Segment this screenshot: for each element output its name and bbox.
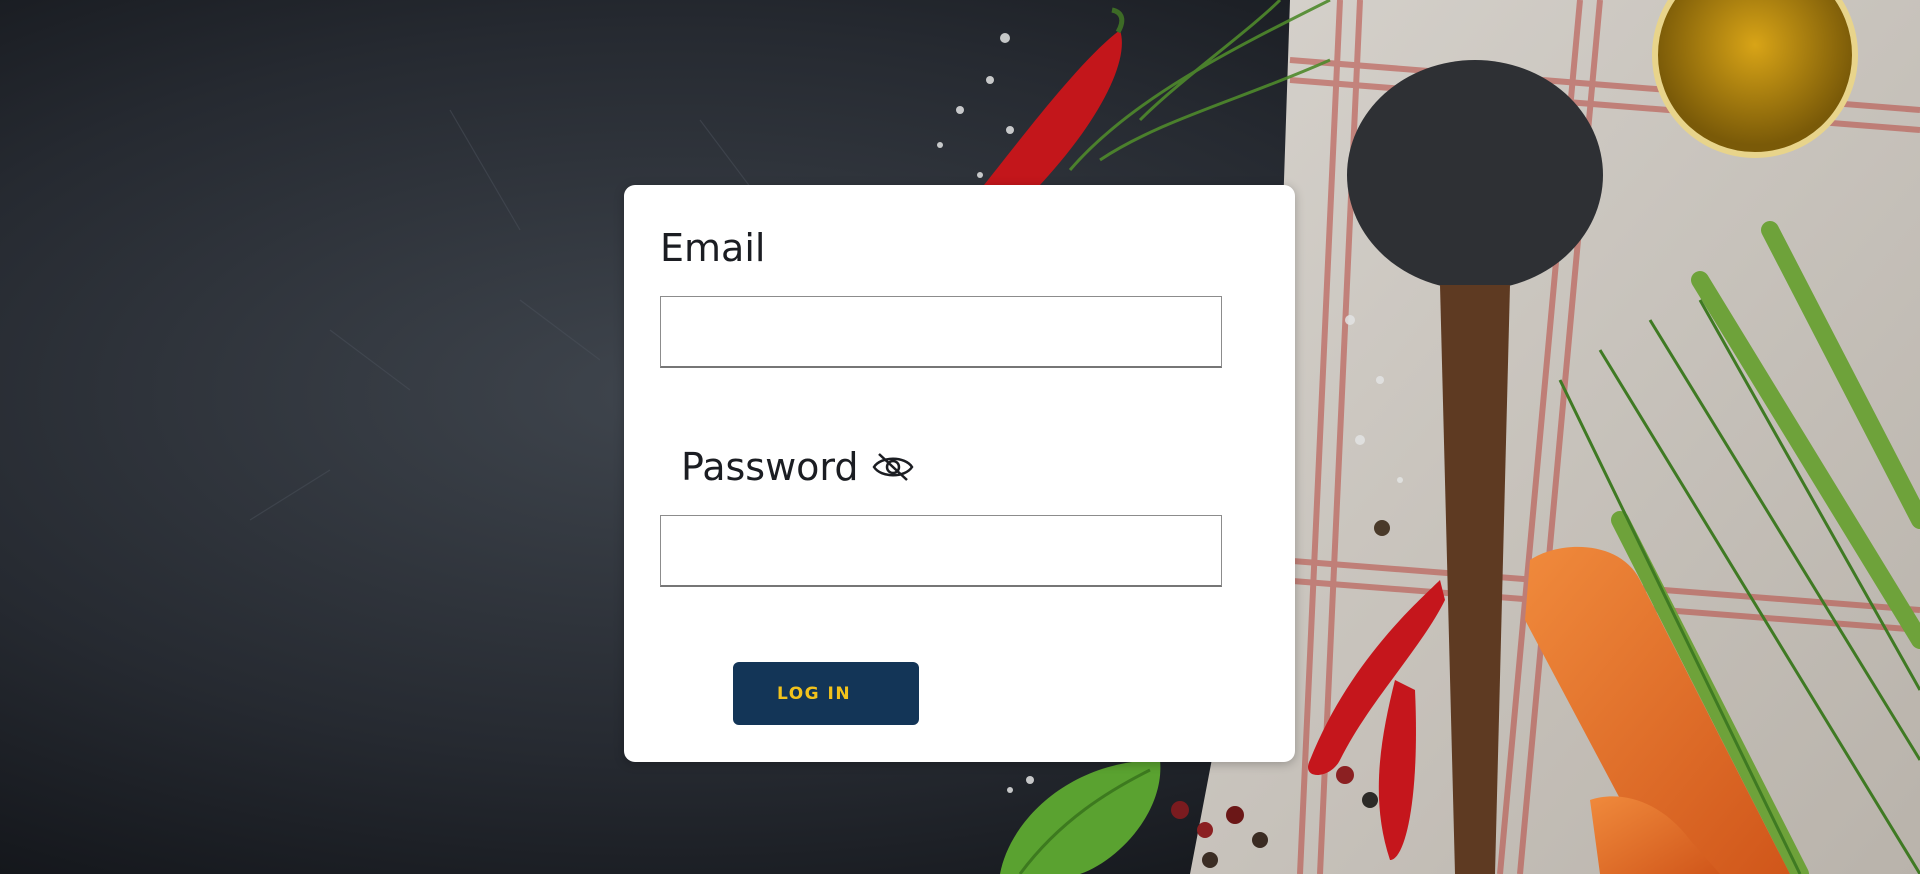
login-page: Email Password LOG IN xyxy=(0,0,1920,874)
password-label-row: Password xyxy=(681,448,915,486)
password-label: Password xyxy=(681,445,859,489)
email-label: Email xyxy=(660,226,766,270)
login-card: Email Password LOG IN xyxy=(624,185,1295,762)
email-field[interactable] xyxy=(660,296,1222,368)
password-field[interactable] xyxy=(660,515,1222,587)
eye-off-icon[interactable] xyxy=(871,450,915,484)
wooden-spoon xyxy=(1347,60,1603,290)
login-button[interactable]: LOG IN xyxy=(733,662,919,725)
